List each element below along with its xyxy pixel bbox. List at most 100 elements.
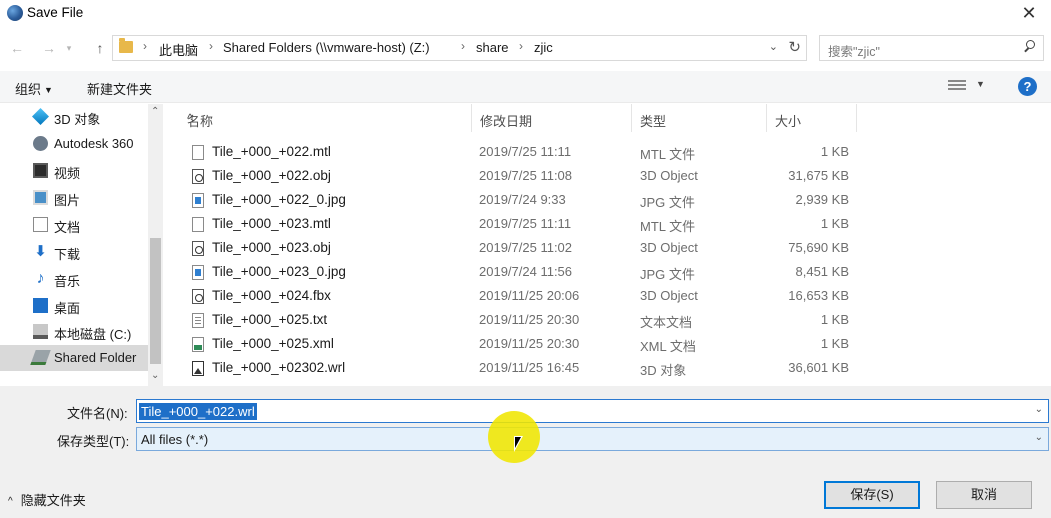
file-row[interactable]: Tile_+000_+023.mtl 2019/7/25 11:11 MTL 文… (179, 212, 879, 236)
scroll-up-icon[interactable]: ⌃ (151, 106, 159, 117)
file-date: 2019/7/25 11:11 (479, 144, 572, 159)
file-row[interactable]: Tile_+000_+022.mtl 2019/7/25 11:11 MTL 文… (179, 140, 879, 164)
sidebar-item-documents[interactable]: 文档 (0, 212, 148, 238)
drive-icon (33, 324, 48, 339)
up-arrow-icon[interactable]: ↑ (89, 37, 111, 59)
file-row[interactable]: Tile_+000_+023_0.jpg 2019/7/24 11:56 JPG… (179, 260, 879, 284)
music-icon: ♪ (36, 270, 45, 287)
breadcrumb-this-pc[interactable]: 此电脑 (159, 40, 198, 59)
breadcrumb-shared-folders[interactable]: Shared Folders (\\vmware-host) (Z:) (223, 40, 430, 55)
refresh-icon[interactable]: ↻ (788, 38, 801, 56)
breadcrumb-zjic[interactable]: zjic (534, 40, 553, 55)
sidebar-item-videos[interactable]: 视频 (0, 158, 148, 184)
forward-arrow-icon[interactable]: → (38, 37, 60, 59)
file-row[interactable]: Tile_+000_+02302.wrl 2019/11/25 16:45 3D… (179, 356, 879, 380)
file-size: 36,601 KB (788, 360, 849, 375)
file-row[interactable]: Tile_+000_+023.obj 2019/7/25 11:02 3D Ob… (179, 236, 879, 260)
file-date: 2019/11/25 16:45 (479, 360, 580, 375)
txt-file-icon (192, 313, 204, 328)
address-row: ← → ▾ ↑ › 此电脑 › Shared Folders (\\vmware… (0, 34, 1051, 62)
filename-input[interactable]: Tile_+000_+022.wrl ⌄ (136, 399, 1049, 423)
breadcrumb-separator-icon: › (519, 39, 523, 53)
sidebar-item-label: 音乐 (54, 274, 81, 289)
file-name: Tile_+000_+023_0.jpg (212, 264, 346, 279)
file-name: Tile_+000_+023.obj (212, 240, 331, 255)
scroll-down-icon[interactable]: ⌄ (151, 370, 159, 381)
file-row[interactable]: Tile_+000_+022_0.jpg 2019/7/24 9:33 JPG … (179, 188, 879, 212)
column-header-type[interactable]: 类型 (632, 104, 767, 132)
sidebar-item-local-disk-c[interactable]: 本地磁盘 (C:) (0, 319, 148, 345)
column-header-size[interactable]: 大小 (767, 104, 857, 132)
download-icon: ⬇ (34, 243, 47, 260)
command-toolbar: 组织 ▼ 新建文件夹 ▼ ? (0, 71, 1051, 103)
organize-menu[interactable]: 组织 ▼ (15, 79, 53, 98)
filename-dropdown-icon[interactable]: ⌄ (1035, 404, 1043, 415)
file-date: 2019/11/25 20:30 (479, 336, 580, 351)
search-input[interactable]: 搜索"zjic" (819, 35, 1044, 61)
close-button[interactable]: ✕ (1017, 3, 1041, 25)
file-type: MTL 文件 (640, 147, 696, 162)
file-size: 1 KB (820, 336, 849, 351)
breadcrumb-share[interactable]: share (476, 40, 509, 55)
file-list: 名称 ^ 修改日期 类型 大小 Tile_+000_+022.mtl 2019/… (163, 104, 1051, 386)
hide-folders-toggle[interactable]: ^ 隐藏文件夹 (8, 490, 86, 509)
mouse-pointer-icon (514, 436, 523, 452)
file-type: XML 文档 (640, 339, 696, 354)
sidebar-scrollbar[interactable]: ⌃ ⌄ (148, 104, 163, 386)
file-name: Tile_+000_+025.txt (212, 312, 328, 327)
video-icon (33, 163, 48, 178)
desktop-icon (33, 298, 48, 313)
sidebar-item-pictures[interactable]: 图片 (0, 185, 148, 211)
sidebar-item-desktop[interactable]: 桌面 (0, 293, 148, 319)
sidebar-item-label: 桌面 (54, 301, 81, 316)
file-size: 75,690 KB (788, 240, 849, 255)
text-file-icon (192, 217, 204, 232)
file-name: Tile_+000_+024.fbx (212, 288, 331, 303)
breadcrumb-separator-icon: › (461, 39, 465, 53)
address-dropdown-icon[interactable]: ⌄ (769, 40, 778, 53)
column-header-date[interactable]: 修改日期 (472, 104, 632, 132)
sidebar-item-label: 视频 (54, 166, 81, 181)
sort-ascending-icon: ^ (187, 111, 194, 126)
sidebar-item-music[interactable]: ♪ 音乐 (0, 266, 148, 292)
cancel-button[interactable]: 取消 (936, 481, 1032, 509)
sidebar-item-shared-folder[interactable]: Shared Folder (0, 345, 148, 371)
help-icon[interactable]: ? (1018, 77, 1037, 96)
window-title: Save File (27, 5, 84, 20)
sidebar-item-label: Shared Folder (54, 350, 137, 365)
filetype-dropdown-icon[interactable]: ⌄ (1035, 432, 1043, 443)
file-type: JPG 文件 (640, 267, 695, 282)
chevron-up-icon: ^ (8, 496, 13, 507)
sidebar-scroll-thumb[interactable] (150, 238, 161, 364)
recent-locations-chevron-icon[interactable]: ▾ (58, 37, 80, 59)
file-type: JPG 文件 (640, 195, 695, 210)
back-arrow-icon[interactable]: ← (6, 37, 28, 59)
sidebar-item-3d-objects[interactable]: 3D 对象 (0, 104, 148, 130)
image-file-icon (192, 265, 204, 280)
3d-objects-icon (32, 108, 49, 125)
sidebar-item-downloads[interactable]: ⬇ 下载 (0, 239, 148, 265)
filetype-select[interactable]: All files (*.*) ⌄ (136, 427, 1049, 451)
file-row[interactable]: Tile_+000_+025.txt 2019/11/25 20:30 文本文档… (179, 308, 879, 332)
new-folder-button[interactable]: 新建文件夹 (87, 79, 152, 98)
file-size: 2,939 KB (795, 192, 850, 207)
caret-down-icon: ▼ (44, 85, 53, 95)
sidebar-item-autodesk-360[interactable]: Autodesk 360 (0, 131, 148, 157)
folder-icon (119, 38, 133, 53)
column-size-label: 大小 (775, 114, 802, 129)
filetype-label: 保存类型(T): (57, 434, 130, 449)
search-icon[interactable] (1023, 40, 1035, 52)
file-row[interactable]: Tile_+000_+024.fbx 2019/11/25 20:06 3D O… (179, 284, 879, 308)
file-size: 1 KB (820, 216, 849, 231)
column-header-name[interactable]: 名称 ^ (179, 104, 472, 132)
file-row[interactable]: Tile_+000_+025.xml 2019/11/25 20:30 XML … (179, 332, 879, 356)
documents-icon (33, 217, 48, 232)
organize-label: 组织 (15, 82, 42, 97)
save-button[interactable]: 保存(S) (824, 481, 920, 509)
view-options-icon[interactable] (948, 80, 966, 93)
file-row[interactable]: Tile_+000_+022.obj 2019/7/25 11:08 3D Ob… (179, 164, 879, 188)
address-bar[interactable]: › 此电脑 › Shared Folders (\\vmware-host) (… (112, 35, 807, 61)
filename-value: Tile_+000_+022.wrl (139, 403, 257, 420)
image-file-icon (192, 193, 204, 208)
view-options-caret-icon[interactable]: ▼ (976, 79, 985, 89)
